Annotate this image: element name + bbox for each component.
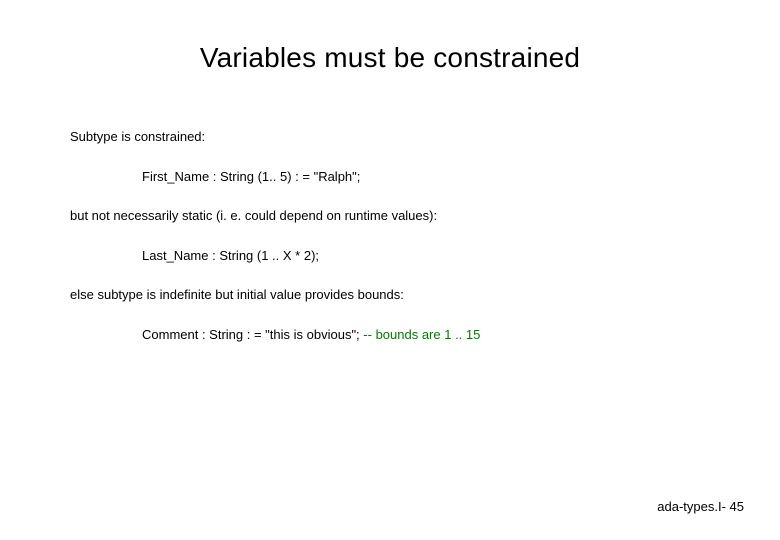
code-line: First_Name : String (1.. 5) : = "Ralph"; (142, 168, 710, 186)
code-line: Comment : String : = "this is obvious"; … (142, 326, 710, 344)
text-line: but not necessarily static (i. e. could … (70, 207, 710, 225)
code-fragment: Comment : String : = "this is obvious"; (142, 327, 363, 342)
code-comment: -- bounds are 1 .. 15 (363, 327, 480, 342)
slide-footer: ada-types.I- 45 (657, 499, 744, 514)
slide: Variables must be constrained Subtype is… (0, 0, 780, 540)
slide-body: Subtype is constrained: First_Name : Str… (70, 128, 710, 365)
slide-title: Variables must be constrained (0, 42, 780, 74)
text-line: Subtype is constrained: (70, 128, 710, 146)
code-line: Last_Name : String (1 .. X * 2); (142, 247, 710, 265)
text-line: else subtype is indefinite but initial v… (70, 286, 710, 304)
